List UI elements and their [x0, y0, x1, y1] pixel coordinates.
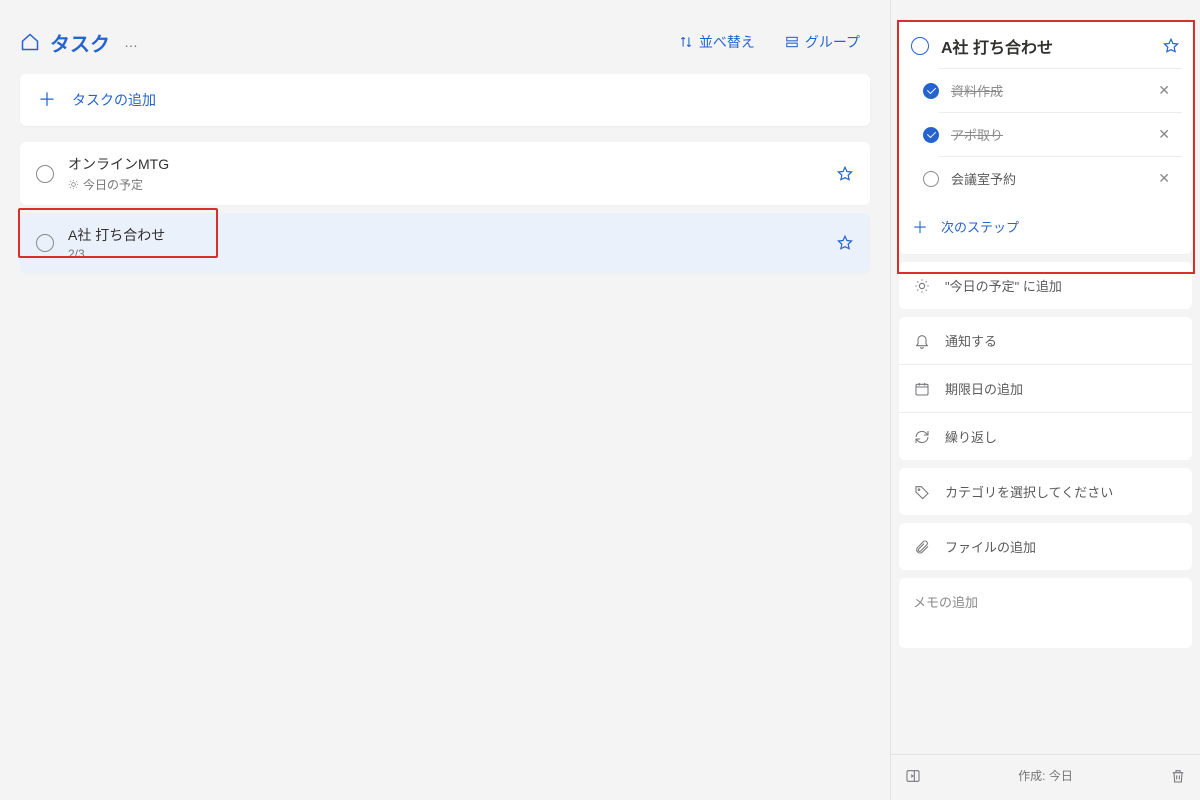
created-text: 作成: 今日: [1018, 767, 1073, 784]
step-row[interactable]: アポ取り ✕: [939, 112, 1182, 156]
sort-label: 並べ替え: [699, 32, 755, 52]
add-step-button[interactable]: ＋ 次のステップ: [899, 200, 1192, 254]
step-row[interactable]: 資料作成 ✕: [939, 68, 1182, 112]
task-progress: 2/3: [68, 247, 822, 261]
step-text: 会議室予約: [951, 169, 1146, 188]
task-subtitle: 今日の予定: [68, 176, 822, 193]
repeat-icon: [913, 429, 931, 445]
group-label: グループ: [805, 32, 860, 52]
hide-detail-icon[interactable]: [905, 768, 921, 784]
step-text: 資料作成: [951, 81, 1146, 100]
header: タスク … 並べ替え グループ: [20, 18, 870, 74]
plus-icon: ＋: [38, 91, 56, 109]
add-task-label: タスクの追加: [72, 90, 156, 110]
attach-file-button[interactable]: ファイルの追加: [899, 523, 1192, 570]
delete-step-icon[interactable]: ✕: [1158, 82, 1170, 99]
step-toggle[interactable]: [923, 83, 939, 99]
repeat-button[interactable]: 繰り返し: [899, 412, 1192, 460]
add-to-my-day-button[interactable]: "今日の予定" に追加: [899, 262, 1192, 309]
star-button[interactable]: [1162, 37, 1180, 55]
complete-toggle[interactable]: [911, 37, 929, 55]
delete-step-icon[interactable]: ✕: [1158, 170, 1170, 187]
remind-button[interactable]: 通知する: [899, 317, 1192, 364]
step-toggle[interactable]: [923, 127, 939, 143]
complete-toggle[interactable]: [36, 165, 54, 183]
star-button[interactable]: [836, 234, 854, 252]
paperclip-icon: [913, 539, 931, 555]
add-task-button[interactable]: ＋ タスクの追加: [20, 74, 870, 126]
task-row[interactable]: A社 打ち合わせ 2/3: [20, 213, 870, 273]
add-step-label: 次のステップ: [941, 217, 1019, 236]
delete-task-icon[interactable]: [1170, 768, 1186, 784]
complete-toggle[interactable]: [36, 234, 54, 252]
page-title: タスク: [50, 28, 110, 57]
step-row[interactable]: 会議室予約 ✕: [939, 156, 1182, 200]
tag-icon: [913, 484, 931, 500]
more-menu[interactable]: …: [120, 34, 144, 50]
due-date-button[interactable]: 期限日の追加: [899, 364, 1192, 412]
home-icon[interactable]: [20, 32, 40, 52]
sort-button[interactable]: 並べ替え: [669, 26, 765, 58]
category-button[interactable]: カテゴリを選択してください: [899, 468, 1192, 515]
add-to-my-day-label: "今日の予定" に追加: [945, 276, 1062, 295]
bell-icon: [913, 333, 931, 349]
step-text: アポ取り: [951, 125, 1146, 144]
repeat-label: 繰り返し: [945, 427, 997, 446]
star-button[interactable]: [836, 165, 854, 183]
note-input[interactable]: メモの追加: [899, 578, 1192, 648]
sort-icon: [679, 35, 693, 49]
plus-icon: ＋: [911, 214, 929, 238]
due-date-label: 期限日の追加: [945, 379, 1023, 398]
group-button[interactable]: グループ: [775, 26, 870, 58]
task-title: オンラインMTG: [68, 154, 822, 174]
detail-title[interactable]: A社 打ち合わせ: [941, 34, 1150, 58]
category-label: カテゴリを選択してください: [945, 482, 1113, 501]
task-title: A社 打ち合わせ: [68, 225, 822, 245]
remind-label: 通知する: [945, 331, 997, 350]
task-detail-panel: A社 打ち合わせ 資料作成 ✕ アポ取り ✕ 会議室予約 ✕ ＋ 次のステップ: [890, 0, 1200, 800]
sun-icon: [68, 179, 79, 190]
note-placeholder: メモの追加: [913, 595, 978, 610]
sun-icon: [913, 278, 931, 294]
task-row[interactable]: オンラインMTG 今日の予定: [20, 142, 870, 205]
group-icon: [785, 35, 799, 49]
attach-file-label: ファイルの追加: [945, 537, 1036, 556]
calendar-icon: [913, 381, 931, 397]
step-toggle[interactable]: [923, 171, 939, 187]
detail-footer: 作成: 今日: [891, 754, 1200, 800]
delete-step-icon[interactable]: ✕: [1158, 126, 1170, 143]
